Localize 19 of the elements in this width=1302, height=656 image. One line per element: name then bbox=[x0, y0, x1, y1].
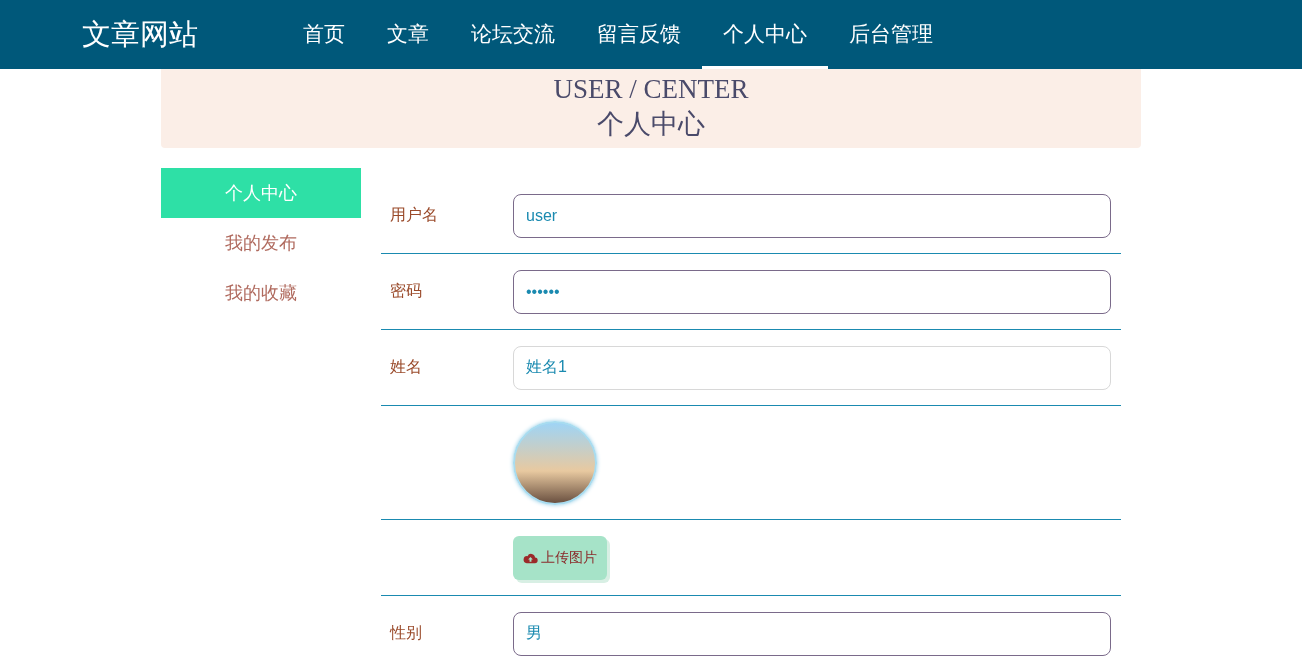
input-field[interactable]: •••••• bbox=[513, 269, 1111, 314]
nav-link[interactable]: 留言反馈 bbox=[576, 0, 702, 69]
site-title: 文章网站 bbox=[82, 16, 199, 52]
input-field[interactable]: user bbox=[513, 193, 1111, 238]
field-label: 用户名 bbox=[390, 206, 438, 223]
input-field[interactable]: 男 bbox=[513, 611, 1111, 656]
nav-link[interactable]: 论坛交流 bbox=[450, 0, 576, 69]
sidebar-item[interactable]: 我的收藏 bbox=[161, 268, 361, 318]
field-label: 密码 bbox=[390, 282, 422, 299]
nav-link[interactable]: 首页 bbox=[282, 0, 366, 69]
sidebar-item[interactable]: 我的发布 bbox=[161, 218, 361, 268]
banner-subtitle: 个人中心 bbox=[596, 108, 706, 141]
field-label: 姓名 bbox=[390, 358, 422, 375]
cloud-upload-icon bbox=[523, 551, 538, 564]
banner-title: USER / CENTER bbox=[552, 73, 750, 105]
upload-button[interactable]: 上传图片 bbox=[513, 535, 607, 580]
nav-link[interactable]: 后台管理 bbox=[828, 0, 954, 69]
nav-link[interactable]: 文章 bbox=[366, 0, 450, 69]
field-label: 性别 bbox=[390, 624, 422, 641]
